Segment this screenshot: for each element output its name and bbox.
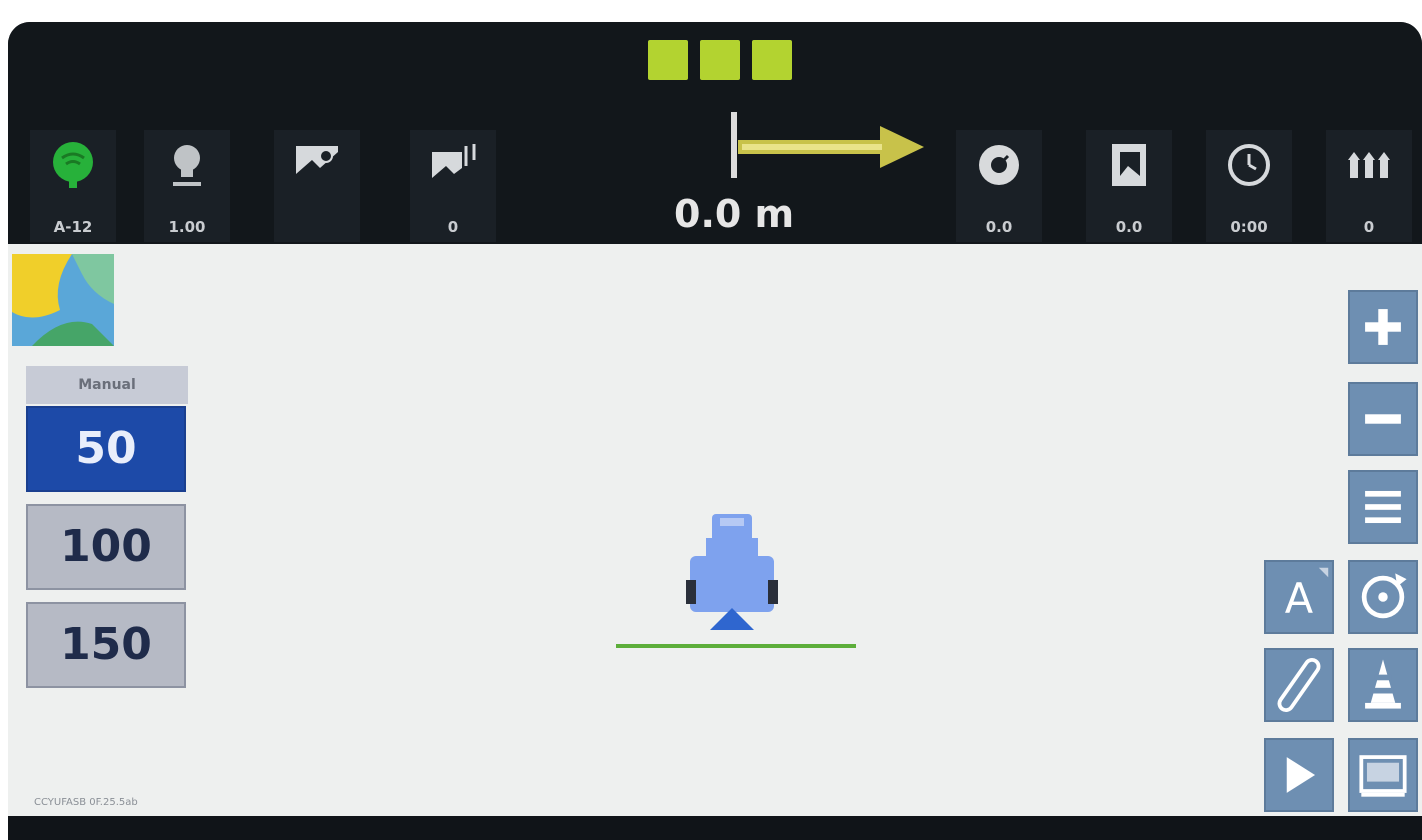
status-indicator [752, 40, 792, 80]
zoom-mode-label: Manual [26, 366, 188, 404]
area-value: 0.0 [1115, 218, 1143, 236]
sections-button[interactable]: 0 [1326, 130, 1412, 242]
zoom-150-button[interactable]: 150 [26, 602, 186, 688]
line-icon [1277, 657, 1321, 713]
gps-signal-icon [53, 142, 93, 188]
zoom-out-icon [1365, 414, 1401, 424]
auto-steer-button[interactable]: A [1264, 560, 1334, 634]
play-icon [1286, 757, 1316, 793]
menu-button[interactable] [1348, 470, 1418, 544]
zoom-50-button[interactable]: 50 [26, 406, 186, 492]
zoom-100-button[interactable]: 100 [26, 504, 186, 590]
gps-value: A-12 [53, 218, 93, 236]
cone-icon [1365, 659, 1401, 709]
clock-icon [1228, 144, 1270, 186]
auto-steer-icon: A [1285, 567, 1329, 623]
speed-value: 0.0 [985, 218, 1013, 236]
status-indicator [648, 40, 688, 80]
vehicle-icon [616, 514, 856, 648]
field-flags-icon [432, 144, 476, 182]
screen-layout-button[interactable] [1348, 738, 1418, 812]
field-flags-value: 0 [447, 218, 459, 236]
speedometer-icon [979, 145, 1019, 185]
recenter-button[interactable] [1348, 560, 1418, 634]
top-status-bar: A-12 1.00 0 0.0 m 0.0 0.0 0:00 0 [8, 22, 1422, 244]
zoom-in-icon [1365, 309, 1401, 345]
guidance-arrow-icon [731, 112, 924, 178]
timer-value: 0:00 [1230, 218, 1268, 236]
status-indicator [700, 40, 740, 80]
speed-button[interactable]: 0.0 [956, 130, 1042, 242]
cone-button[interactable] [1348, 648, 1418, 722]
map-view[interactable]: Manual 50 100 150 A CCYUFASB 0F.25.5ab [8, 244, 1422, 816]
light-button[interactable]: 1.00 [144, 130, 230, 242]
sections-value: 0 [1363, 218, 1375, 236]
file-timestamp: CCYUFASB 0F.25.5ab [34, 797, 138, 808]
distance-readout: 0.0 m [674, 192, 795, 236]
light-value: 1.00 [168, 218, 206, 236]
recenter-icon [1361, 573, 1407, 619]
field-map-icon [296, 146, 338, 182]
map-thumbnail-icon[interactable] [12, 254, 114, 346]
document-area-icon [1112, 144, 1146, 186]
menu-icon [1365, 490, 1401, 524]
gps-status-button[interactable]: A-12 [30, 130, 116, 242]
timer-button[interactable]: 0:00 [1206, 130, 1292, 242]
zoom-out-button[interactable] [1348, 382, 1418, 456]
bottom-bar [8, 816, 1422, 840]
area-button[interactable]: 0.0 [1086, 130, 1172, 242]
sections-icon [1348, 152, 1390, 178]
screen-icon [1359, 755, 1407, 797]
guidance-indicator: 0.0 m [658, 100, 958, 240]
svg-text:A: A [1285, 574, 1314, 623]
field-flags-button[interactable]: 0 [410, 130, 496, 242]
zoom-in-button[interactable] [1348, 290, 1418, 364]
lightbulb-icon [173, 145, 201, 186]
play-button[interactable] [1264, 738, 1334, 812]
field-map-button[interactable] [274, 130, 360, 242]
status-indicators [648, 40, 792, 80]
guidance-line-button[interactable] [1264, 648, 1334, 722]
display-bezel: A-12 1.00 0 0.0 m 0.0 0.0 0:00 0 Manual … [8, 22, 1422, 840]
